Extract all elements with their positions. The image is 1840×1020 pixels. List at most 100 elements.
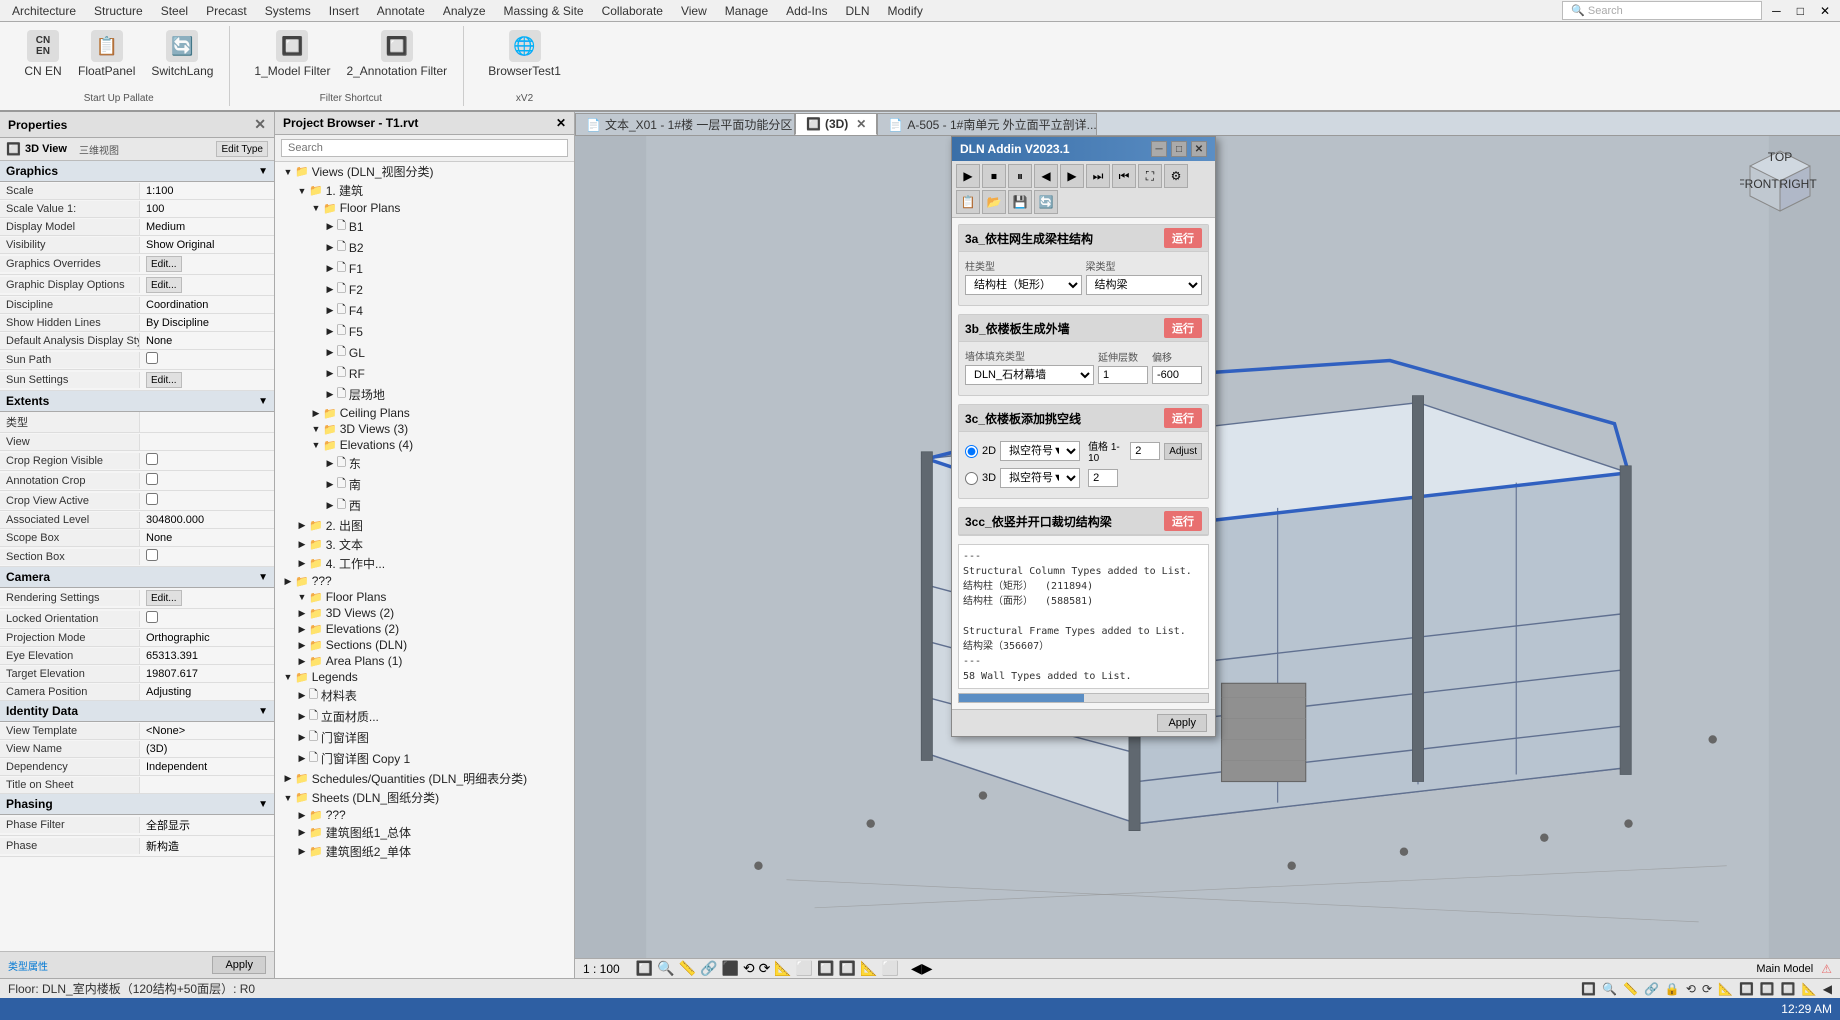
viewport-tool-12[interactable]: 📐 bbox=[860, 960, 877, 977]
dln-3c-adjust-btn[interactable]: Adjust bbox=[1164, 443, 1202, 460]
viewport-tool-10[interactable]: 🔲 bbox=[817, 960, 834, 977]
menu-item-precast[interactable]: Precast bbox=[198, 2, 255, 20]
menu-item-systems[interactable]: Systems bbox=[257, 2, 319, 20]
view-cube[interactable]: TOP FRONT RIGHT bbox=[1740, 146, 1820, 226]
tree-item[interactable]: ▼ 📁 Sheets (DLN_图纸分类) bbox=[275, 788, 574, 807]
crop-region-visible-cb[interactable] bbox=[146, 453, 158, 465]
tree-item[interactable]: ▶ 🗋 F1 bbox=[275, 258, 574, 279]
viewport-tool-4[interactable]: 🔗 bbox=[700, 960, 717, 977]
section-phasing-arrow[interactable]: ▼ bbox=[258, 799, 268, 810]
dln-3b-offset-input[interactable] bbox=[1152, 366, 1202, 384]
tree-item[interactable]: ▶ 🗋 门窗详图 Copy 1 bbox=[275, 748, 574, 769]
viewport-tool-6[interactable]: ⟲ bbox=[743, 960, 755, 977]
ribbon-btn-floatpanel[interactable]: 📋 FloatPanel bbox=[72, 26, 141, 82]
tree-item[interactable]: ▼ 📁 Views (DLN_视图分类) bbox=[275, 162, 574, 181]
tree-item[interactable]: ▶ 📁 Schedules/Quantities (DLN_明细表分类) bbox=[275, 769, 574, 788]
ribbon-btn-browsertest[interactable]: 🌐 BrowserTest1 bbox=[482, 26, 567, 82]
viewport-tool-5[interactable]: ⬛ bbox=[721, 960, 738, 977]
tab-2[interactable]: 📄 A-505 - 1#南单元 外立面平立剖详... ✕ bbox=[877, 113, 1097, 135]
tree-item[interactable]: ▶ 📁 2. 出图 bbox=[275, 516, 574, 535]
viewport-tool-7[interactable]: ⟳ bbox=[759, 960, 771, 977]
tree-item[interactable]: ▶ 🗋 F5 bbox=[275, 321, 574, 342]
viewport-tool-11[interactable]: 🔲 bbox=[839, 960, 856, 977]
dln-tool-save[interactable]: 💾 bbox=[1008, 190, 1032, 214]
ribbon-btn-annotation-filter[interactable]: 🔲 2_Annotation Filter bbox=[340, 26, 453, 82]
tab-1[interactable]: 🔲 (3D) ✕ bbox=[795, 113, 877, 135]
dln-tool-settings[interactable]: ⚙ bbox=[1164, 164, 1188, 188]
viewport[interactable]: TOP FRONT RIGHT 1 : 100 🔲 🔍 📏 🔗 ⬛ ⟲ bbox=[575, 136, 1840, 978]
dln-3a-col-type-select[interactable]: 结构柱（矩形） bbox=[965, 275, 1082, 295]
section-camera-arrow[interactable]: ▼ bbox=[258, 572, 268, 583]
window-maximize[interactable]: □ bbox=[1791, 2, 1810, 20]
tree-item[interactable]: ▶ 🗋 东 bbox=[275, 453, 574, 474]
dln-tool-first[interactable]: ⏮ bbox=[1112, 164, 1136, 188]
tree-item[interactable]: ▶ 📁 Elevations (2) bbox=[275, 621, 574, 637]
tree-item[interactable]: ▶ 🗋 B1 bbox=[275, 216, 574, 237]
tree-item[interactable]: ▶ 📁 3. 文本 bbox=[275, 535, 574, 554]
menu-item-structure[interactable]: Structure bbox=[86, 2, 151, 20]
status-icon-7[interactable]: ⟳ bbox=[1702, 982, 1712, 996]
menu-item-annotate[interactable]: Annotate bbox=[369, 2, 433, 20]
dln-tool-run[interactable]: ▶ bbox=[956, 164, 980, 188]
menu-item-massing[interactable]: Massing & Site bbox=[496, 2, 592, 20]
tree-item[interactable]: ▶ 🗋 南 bbox=[275, 474, 574, 495]
tree-item[interactable]: ▶ 📁 ??? bbox=[275, 807, 574, 823]
tree-item[interactable]: ▶ 🗋 F2 bbox=[275, 279, 574, 300]
tree-item[interactable]: ▶ 🗋 F4 bbox=[275, 300, 574, 321]
ribbon-btn-switchlang[interactable]: 🔄 SwitchLang bbox=[145, 26, 219, 82]
viewport-expand-btn[interactable]: ◀▶ bbox=[911, 960, 933, 977]
menu-item-manage[interactable]: Manage bbox=[717, 2, 776, 20]
window-minimize[interactable]: ─ bbox=[1766, 2, 1787, 20]
menu-item-analyze[interactable]: Analyze bbox=[435, 2, 494, 20]
status-icon-expand[interactable]: ◀ bbox=[1823, 982, 1832, 996]
menu-item-insert[interactable]: Insert bbox=[321, 2, 367, 20]
section-graphics-arrow[interactable]: ▼ bbox=[258, 166, 268, 177]
dln-tool-pause[interactable]: ⏸ bbox=[1008, 164, 1032, 188]
menu-item-steel[interactable]: Steel bbox=[153, 2, 196, 20]
locked-orientation-cb[interactable] bbox=[146, 611, 158, 623]
tree-item[interactable]: ▶ 📁 ??? bbox=[275, 573, 574, 589]
status-icon-4[interactable]: 🔗 bbox=[1644, 982, 1659, 996]
dln-titlebar[interactable]: DLN Addin V2023.1 ─ □ ✕ bbox=[952, 137, 1215, 161]
menu-item-dln[interactable]: DLN bbox=[838, 2, 878, 20]
tab-0[interactable]: 📄 文本_X01 - 1#楼 一层平面功能分区 ✕ bbox=[575, 113, 795, 135]
edit-type-btn[interactable]: Edit Type bbox=[216, 141, 268, 157]
tree-item[interactable]: ▶ 🗋 门窗详图 bbox=[275, 727, 574, 748]
status-icon-12[interactable]: 📐 bbox=[1802, 982, 1817, 996]
status-icon-10[interactable]: 🔲 bbox=[1760, 982, 1775, 996]
menu-item-modify[interactable]: Modify bbox=[880, 2, 931, 20]
tree-item[interactable]: ▶ 🗋 RF bbox=[275, 363, 574, 384]
dln-tool-copy[interactable]: 📋 bbox=[956, 190, 980, 214]
dln-section-3c-run-btn[interactable]: 运行 bbox=[1164, 408, 1202, 428]
dln-tool-open[interactable]: 📂 bbox=[982, 190, 1006, 214]
dln-section-3cc-run-btn[interactable]: 运行 bbox=[1164, 511, 1202, 531]
dln-3b-wall-type-select[interactable]: DLN_石材幕墙 bbox=[965, 365, 1094, 385]
sun-path-checkbox[interactable] bbox=[146, 352, 158, 364]
viewport-tool-3[interactable]: 📏 bbox=[679, 960, 696, 977]
viewport-tool-1[interactable]: 🔲 bbox=[636, 960, 653, 977]
window-close[interactable]: ✕ bbox=[1814, 2, 1836, 20]
tree-item[interactable]: ▶ 📁 Ceiling Plans bbox=[275, 405, 574, 421]
tab-1-close[interactable]: ✕ bbox=[856, 117, 866, 131]
help-search[interactable]: 🔍 Search bbox=[1562, 1, 1762, 20]
ribbon-btn-cnen[interactable]: CNEN CN EN bbox=[18, 26, 68, 82]
dln-apply-btn[interactable]: Apply bbox=[1157, 714, 1207, 732]
dln-3c-select1[interactable]: 拟空符号▼ bbox=[1000, 441, 1080, 461]
project-browser-close[interactable]: ✕ bbox=[556, 116, 566, 130]
tree-item[interactable]: ▶ 🗋 西 bbox=[275, 495, 574, 516]
viewport-tool-8[interactable]: 📐 bbox=[774, 960, 791, 977]
tree-item[interactable]: ▼ 📁 1. 建筑 bbox=[275, 181, 574, 200]
section-extents[interactable]: Extents ▼ bbox=[0, 391, 274, 412]
section-box-cb[interactable] bbox=[146, 549, 158, 561]
tree-item[interactable]: ▶ 📁 4. 工作中... bbox=[275, 554, 574, 573]
status-icon-8[interactable]: 📐 bbox=[1718, 982, 1733, 996]
graphics-overrides-edit-btn[interactable]: Edit... bbox=[146, 256, 182, 272]
tree-item[interactable]: ▶ 🗋 材料表 bbox=[275, 685, 574, 706]
crop-view-active-cb[interactable] bbox=[146, 493, 158, 505]
dln-3c-select2[interactable]: 拟空符号▼ bbox=[1000, 468, 1080, 488]
dln-tool-stop[interactable]: ⏹ bbox=[982, 164, 1006, 188]
dln-tool-prev[interactable]: ◀ bbox=[1034, 164, 1058, 188]
dln-3c-radio-3d[interactable] bbox=[965, 472, 978, 485]
properties-close-btn[interactable]: ✕ bbox=[254, 116, 266, 133]
status-icon-5[interactable]: 🔒 bbox=[1665, 982, 1680, 996]
